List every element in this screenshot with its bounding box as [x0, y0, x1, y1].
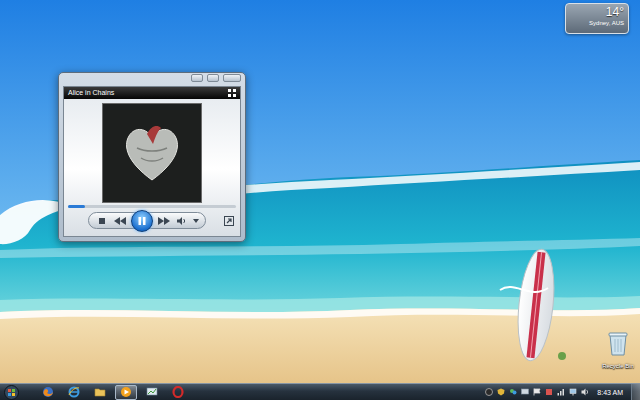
- network-app-icon[interactable]: [146, 386, 158, 398]
- folder-icon[interactable]: [94, 386, 106, 398]
- tray-flag-icon[interactable]: [533, 388, 541, 396]
- tray-volume-icon[interactable]: [581, 388, 589, 396]
- maximize-button[interactable]: [207, 74, 219, 82]
- taskbar-button[interactable]: [37, 385, 59, 400]
- desktop[interactable]: 14°Sydney, AUS Alice in Chains Recycle Bin: [0, 0, 640, 383]
- controls-bar: [64, 208, 240, 234]
- recycle-bin-icon[interactable]: [607, 330, 629, 356]
- taskbar-button[interactable]: [63, 385, 85, 400]
- switch-to-library-icon[interactable]: [224, 216, 234, 226]
- tray-app-icon[interactable]: [485, 388, 493, 396]
- show-desktop-button[interactable]: [631, 384, 640, 400]
- volume-dropdown-icon[interactable]: [193, 219, 199, 223]
- seek-fill: [68, 205, 85, 208]
- media-player-icon[interactable]: [120, 386, 132, 398]
- tray-messenger-icon[interactable]: [509, 388, 517, 396]
- weather-gadget[interactable]: 14°Sydney, AUS: [565, 3, 629, 34]
- previous-icon[interactable]: [113, 214, 127, 228]
- opera-icon[interactable]: [172, 386, 184, 398]
- tray-update-icon[interactable]: [545, 388, 553, 396]
- next-icon[interactable]: [157, 214, 171, 228]
- minimize-button[interactable]: [191, 74, 203, 82]
- taskbar: 8:43 AM: [0, 383, 640, 400]
- volume-icon[interactable]: [175, 214, 189, 228]
- firefox-icon[interactable]: [42, 386, 54, 398]
- transport-controls: [88, 212, 206, 229]
- stop-icon[interactable]: [95, 214, 109, 228]
- library-grid-icon[interactable]: [228, 89, 236, 97]
- tray-signal-icon[interactable]: [557, 388, 565, 396]
- notification-area: 8:43 AM: [485, 384, 640, 400]
- tray-network-icon[interactable]: [569, 388, 577, 396]
- media-player-window[interactable]: Alice in Chains: [58, 72, 246, 242]
- title-bar[interactable]: [59, 73, 245, 86]
- tray-display-icon[interactable]: [521, 388, 529, 396]
- now-playing-header: Alice in Chains: [64, 87, 240, 99]
- close-button[interactable]: [223, 74, 241, 82]
- album-art: [102, 103, 202, 203]
- pause-button[interactable]: [131, 210, 153, 232]
- seek-bar[interactable]: [68, 205, 236, 208]
- ie-icon[interactable]: [68, 386, 80, 398]
- taskbar-button[interactable]: [167, 385, 189, 400]
- taskbar-button[interactable]: [115, 385, 137, 400]
- start-button-icon[interactable]: [4, 385, 19, 400]
- recycle-bin[interactable]: Recycle Bin: [598, 330, 638, 370]
- player-panel: Alice in Chains: [63, 86, 241, 237]
- tray-security-icon[interactable]: [497, 388, 505, 396]
- taskbar-button[interactable]: [89, 385, 111, 400]
- taskbar-button[interactable]: [141, 385, 163, 400]
